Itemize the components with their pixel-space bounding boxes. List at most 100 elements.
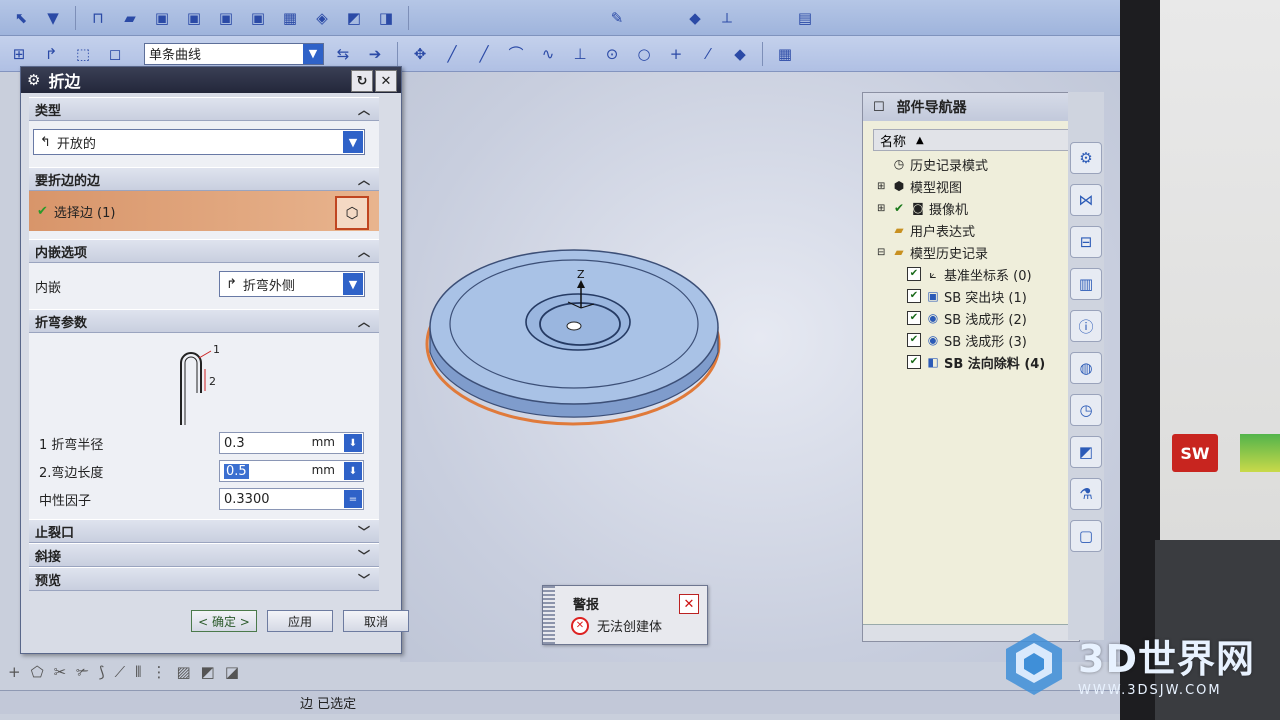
palette-icon[interactable]: ◩: [1070, 436, 1102, 468]
roles-icon[interactable]: ▢: [1070, 520, 1102, 552]
tree-item-dimple-2[interactable]: ✔ ◉ SB 浅成形 (3): [877, 329, 1079, 351]
pattern-icon[interactable]: ⋮: [151, 663, 166, 681]
circle-icon[interactable]: ○: [631, 41, 657, 67]
ruler-icon[interactable]: ⟋: [115, 663, 126, 681]
tangent-icon[interactable]: ⁄: [695, 41, 721, 67]
part-nav-icon[interactable]: ⊟: [1070, 226, 1102, 258]
visibility-checkbox[interactable]: ✔: [907, 267, 921, 281]
circle-center-icon[interactable]: ⊙: [599, 41, 625, 67]
snap-point-icon[interactable]: ✥: [407, 41, 433, 67]
unfold-tool-icon[interactable]: ◈: [309, 5, 335, 31]
extend-icon[interactable]: ✃: [76, 663, 89, 681]
section-bend-header[interactable]: 折弯参数 ︿: [29, 309, 379, 333]
bend-radius-input[interactable]: 0.3 mm ⬇: [219, 432, 364, 454]
tree-item-history-mode[interactable]: ◷ 历史记录模式: [877, 153, 1079, 175]
checkbox-icon[interactable]: ☐: [873, 100, 885, 115]
tree-item-model-views[interactable]: ⊞ ⬢ 模型视图: [877, 175, 1079, 197]
alert-close-button[interactable]: ✕: [679, 594, 699, 614]
select-box-icon[interactable]: ⬚: [70, 41, 96, 67]
gear-icon[interactable]: ⚙: [27, 71, 40, 89]
neutral-factor-input[interactable]: 0.3300 =: [219, 488, 364, 510]
tree-item-tab[interactable]: ✔ ▣ SB 突出块 (1): [877, 285, 1079, 307]
visibility-checkbox[interactable]: ✔: [907, 355, 921, 369]
feature-tool-4-icon[interactable]: ▣: [245, 5, 271, 31]
shirt-tool-icon[interactable]: ▼: [40, 5, 66, 31]
curve-icon[interactable]: ∿: [535, 41, 561, 67]
visibility-checkbox[interactable]: ✔: [907, 289, 921, 303]
snap-icon[interactable]: ↱: [38, 41, 64, 67]
arc-icon[interactable]: ⌒: [503, 41, 529, 67]
web-browser-icon[interactable]: ◍: [1070, 352, 1102, 384]
chevron-up-icon[interactable]: ︿: [355, 170, 373, 188]
feature-tool-1-icon[interactable]: ▣: [149, 5, 175, 31]
mirror-icon[interactable]: ⫴: [135, 663, 141, 681]
pattern-tool-icon[interactable]: ▦: [277, 5, 303, 31]
line-icon[interactable]: ╱: [439, 41, 465, 67]
trim-icon[interactable]: ✂: [54, 663, 67, 681]
apply-button[interactable]: 应用: [267, 610, 333, 632]
chevron-down-icon[interactable]: ﹀: [355, 570, 373, 588]
grid-icon[interactable]: ▦: [772, 41, 798, 67]
section-miter-header[interactable]: 斜接 ﹀: [29, 543, 379, 567]
offset-icon[interactable]: ⟆: [99, 663, 105, 681]
type-combo[interactable]: ↰ 开放的 ▼: [33, 129, 365, 155]
tree-item-model-history[interactable]: ⊟ ▰ 模型历史记录: [877, 241, 1079, 263]
chevron-up-icon[interactable]: ︿: [355, 312, 373, 330]
equals-icon[interactable]: =: [344, 490, 362, 508]
intersect-icon[interactable]: ⊥: [567, 41, 593, 67]
filter-icon[interactable]: ⊞: [6, 41, 32, 67]
visibility-checkbox[interactable]: ✔: [907, 311, 921, 325]
constraint-nav-icon[interactable]: ⋈: [1070, 184, 1102, 216]
close-icon[interactable]: ✕: [375, 70, 397, 92]
grid-tool-icon[interactable]: ▤: [792, 5, 818, 31]
pin-tool-icon[interactable]: ◆: [682, 5, 708, 31]
expand-icon[interactable]: ⊞: [877, 181, 891, 192]
section-type-header[interactable]: 类型 ︿: [29, 97, 379, 121]
cube-select-icon[interactable]: ⬡: [335, 196, 369, 230]
cube-view-icon[interactable]: ◻: [102, 41, 128, 67]
section-edge-header[interactable]: 要折边的边 ︿: [29, 167, 379, 191]
history-icon[interactable]: ◷: [1070, 394, 1102, 426]
visibility-checkbox[interactable]: ✔: [907, 333, 921, 347]
face-icon[interactable]: ◆: [727, 41, 753, 67]
reuse-library-icon[interactable]: ▥: [1070, 268, 1102, 300]
tree-item-dimple-1[interactable]: ✔ ◉ SB 浅成形 (2): [877, 307, 1079, 329]
tree-item-user-expressions[interactable]: ▰ 用户表达式: [877, 219, 1079, 241]
chevron-down-icon[interactable]: ﹀: [355, 522, 373, 540]
alert-grip[interactable]: [543, 586, 555, 644]
arrow-down-icon[interactable]: ⬇: [344, 434, 362, 452]
curve-rule-select[interactable]: 单条曲线 ▼: [144, 42, 324, 65]
process-studio-icon[interactable]: ⚗: [1070, 478, 1102, 510]
chevron-down-icon[interactable]: ▼: [343, 131, 363, 153]
section-inset-header[interactable]: 内嵌选项 ︿: [29, 239, 379, 263]
line2-icon[interactable]: ╱: [471, 41, 497, 67]
inset-combo[interactable]: ↱ 折弯外侧 ▼: [219, 271, 365, 297]
chevron-down-icon[interactable]: ▼: [303, 43, 323, 64]
chevron-up-icon[interactable]: ︿: [355, 100, 373, 118]
plus-icon[interactable]: +: [8, 663, 21, 681]
cancel-button[interactable]: 取消: [343, 610, 409, 632]
select-tool-icon[interactable]: ⬉: [8, 5, 34, 31]
reset-icon[interactable]: ↻: [351, 70, 373, 92]
tree-item-cameras[interactable]: ⊞ ✔ ◙ 摄像机: [877, 197, 1079, 219]
chevron-down-icon[interactable]: ﹀: [355, 546, 373, 564]
expand-icon[interactable]: ⊞: [877, 203, 891, 214]
section-preview-header[interactable]: 预览 ﹀: [29, 567, 379, 591]
tree-item-datum-csys[interactable]: ✔ ⟀ 基准坐标系 (0): [877, 263, 1079, 285]
flange-tool-icon[interactable]: ▰: [117, 5, 143, 31]
flat-tool-icon[interactable]: ◩: [341, 5, 367, 31]
edit-tool-icon[interactable]: ✎: [604, 5, 630, 31]
flange-length-input[interactable]: 0.5 mm ⬇: [219, 460, 364, 482]
arrow-right-icon[interactable]: ➔: [362, 41, 388, 67]
tree-item-normal-cutout[interactable]: ✔ ◧ SB 法向除料 (4): [877, 351, 1079, 373]
measure-tool-icon[interactable]: ⟂: [714, 5, 740, 31]
bend-tool-icon[interactable]: ⊓: [85, 5, 111, 31]
shade-icon[interactable]: ◪: [225, 663, 239, 681]
shape-icon[interactable]: ⬠: [31, 663, 44, 681]
feature-tool-2-icon[interactable]: ▣: [181, 5, 207, 31]
connect-icon[interactable]: ⇆: [330, 41, 356, 67]
section-relief-header[interactable]: 止裂口 ﹀: [29, 519, 379, 543]
assembly-nav-icon[interactable]: ⚙: [1070, 142, 1102, 174]
hem-tool-icon[interactable]: ◨: [373, 5, 399, 31]
collapse-icon[interactable]: ⊟: [877, 247, 891, 258]
